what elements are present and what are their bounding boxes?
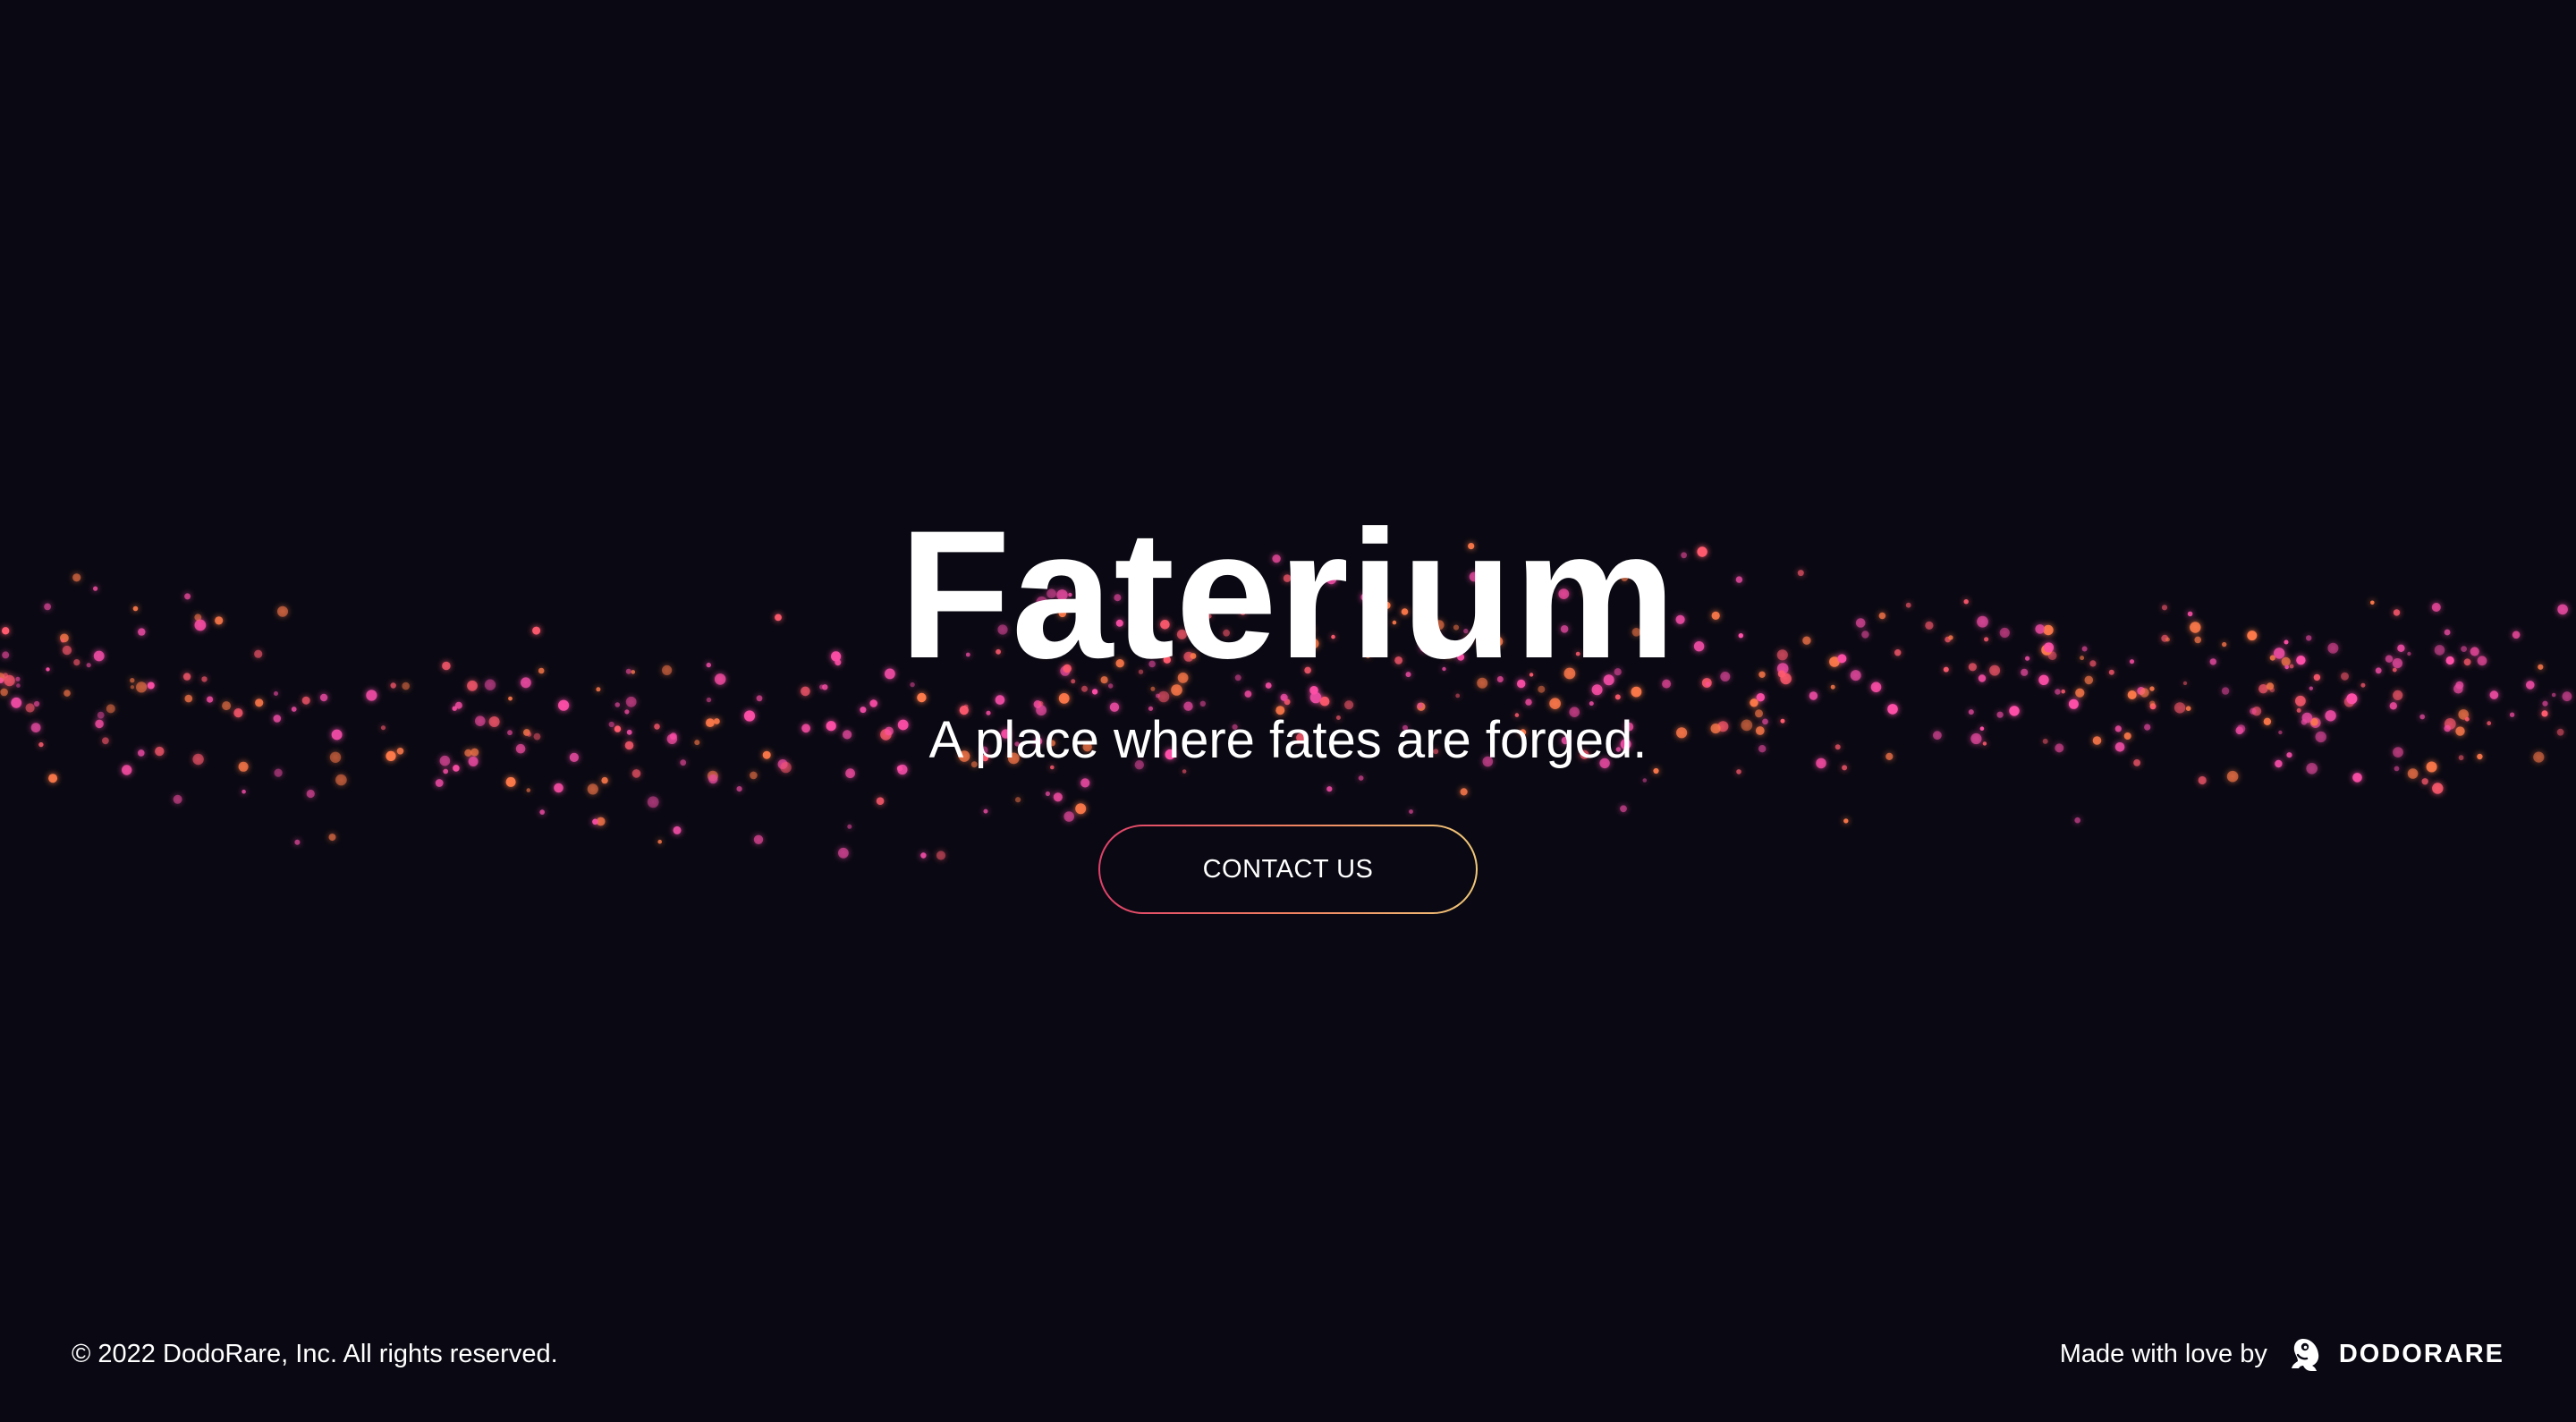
copyright-text: © 2022 DodoRare, Inc. All rights reserve… (72, 1340, 558, 1368)
dodo-bird-logo-icon (2291, 1339, 2319, 1371)
brand-name: DODORARE (2338, 1339, 2504, 1368)
hero-section: Faterium A place where fates are forged.… (0, 0, 2576, 1422)
contact-us-label: CONTACT US (1202, 854, 1374, 884)
page-title: Faterium (899, 493, 1677, 697)
tagline: A place where fates are forged. (928, 711, 1648, 769)
made-by-credit: Made with love by DODORARE (2060, 1329, 2504, 1379)
made-with-love-text: Made with love by (2059, 1339, 2267, 1368)
dodorare-logo-link[interactable]: DODORARE (2285, 1333, 2504, 1375)
contact-us-button[interactable]: CONTACT US (1098, 825, 1478, 914)
